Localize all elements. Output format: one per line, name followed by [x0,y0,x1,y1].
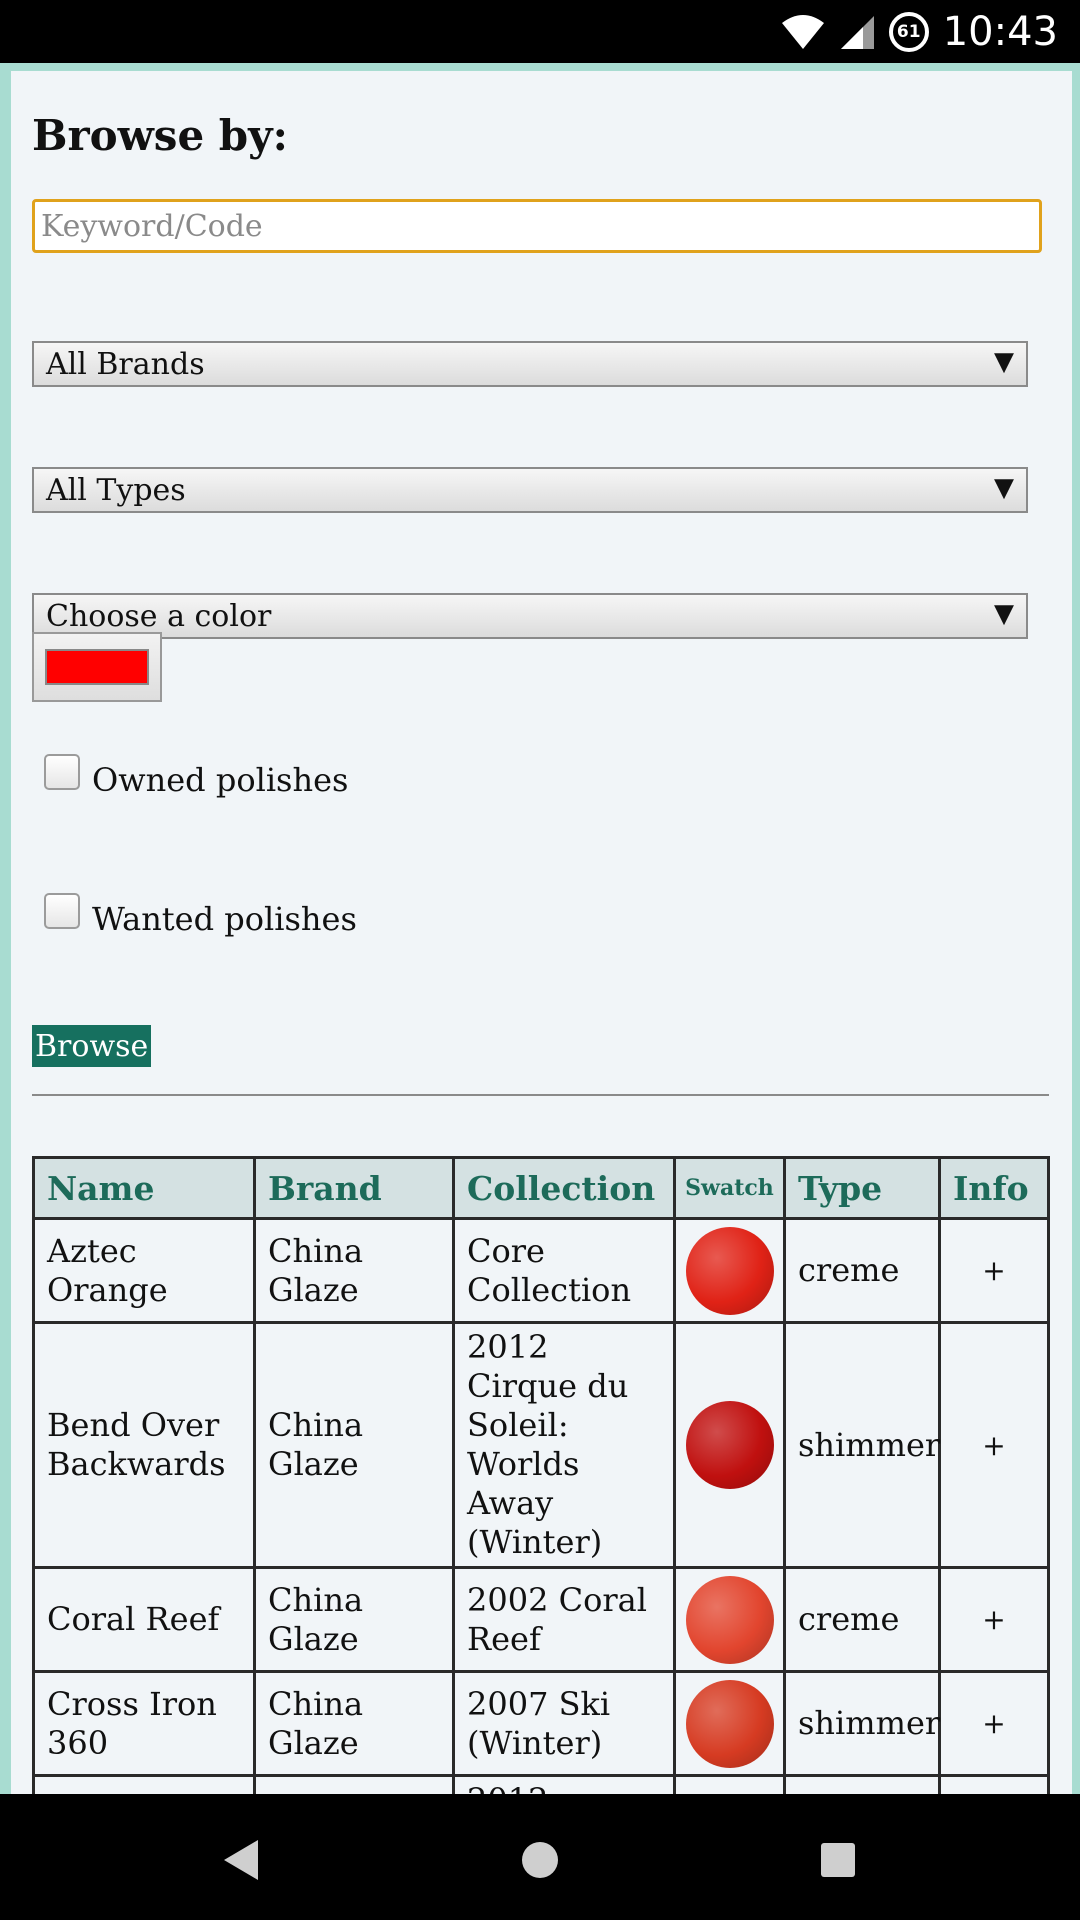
cell-type: creme [783,1566,941,1673]
header-name[interactable]: Name [32,1156,256,1220]
status-bar: 61 10:43 [0,0,1080,63]
cell-type [783,1774,941,1794]
cell-collection: 2007 Ski (Winter) [452,1670,676,1777]
swatch-image [685,1226,774,1315]
keyword-input[interactable] [32,199,1042,253]
cell-name: Cross Iron 360 [32,1670,256,1777]
info-button[interactable]: + [938,1670,1050,1777]
browse-card: Browse by: All Brands ▼ All Types ▼ Choo… [11,71,1072,1794]
brand-select[interactable]: All Brands ▼ [32,341,1028,387]
page-title: Browse by: [32,111,289,160]
color-select-value: Choose a color [46,598,272,634]
back-icon[interactable] [210,1830,270,1890]
cell-type: shimmer [783,1670,941,1777]
cell-swatch [673,1566,786,1673]
cell-collection: Core Collection [452,1217,676,1324]
swatch-image [685,1679,774,1768]
cell-brand [253,1774,455,1794]
header-brand[interactable]: Brand [253,1156,455,1220]
table-header-row: Name Brand Collection Swatch Type Info [32,1156,1050,1220]
cell-swatch [673,1774,786,1794]
table-row: Coral Reef China Glaze 2002 Coral Reef c… [32,1566,1050,1673]
info-button[interactable]: + [938,1566,1050,1673]
info-button[interactable]: + [938,1217,1050,1324]
cell-brand: China Glaze [253,1321,455,1569]
navigation-bar [0,1794,1080,1920]
info-button[interactable] [938,1774,1050,1794]
table-row: Aztec Orange China Glaze Core Collection… [32,1217,1050,1324]
info-button[interactable]: + [938,1321,1050,1569]
header-swatch[interactable]: Swatch [673,1156,786,1220]
cell-swatch [673,1321,786,1569]
cell-brand: China Glaze [253,1217,455,1324]
recents-icon[interactable] [808,1830,868,1890]
cell-name: Bend Over Backwards [32,1321,256,1569]
cell-name: Coral Reef [32,1566,256,1673]
owned-polishes-checkbox[interactable] [44,754,80,790]
cell-brand: China Glaze [253,1566,455,1673]
wanted-polishes-checkbox[interactable] [44,893,80,929]
cell-signal-icon [840,15,874,49]
cell-collection: 2012 [452,1774,676,1794]
owned-polishes-label: Owned polishes [92,761,349,799]
header-info[interactable]: Info [938,1156,1050,1220]
cell-collection: 2002 Coral Reef [452,1566,676,1673]
type-select-value: All Types [46,472,186,508]
header-type[interactable]: Type [783,1156,941,1220]
table-row: Bend Over Backwards China Glaze 2012 Cir… [32,1321,1050,1569]
brand-select-value: All Brands [46,346,205,382]
cell-type: shimmer [783,1321,941,1569]
cell-swatch [673,1217,786,1324]
battery-saver-icon: 61 [888,11,929,52]
battery-level: 61 [896,21,921,42]
swatch-image [685,1401,774,1489]
wanted-polishes-row: Wanted polishes [44,893,357,938]
selected-color-swatch [45,649,149,685]
dropdown-arrow-icon: ▼ [994,473,1014,503]
swatch-image [685,1575,774,1664]
cell-type: creme [783,1217,941,1324]
page: Browse by: All Brands ▼ All Types ▼ Choo… [0,63,1080,1794]
wanted-polishes-label: Wanted polishes [92,900,357,938]
divider [32,1094,1049,1096]
table-row: Cross Iron 360 China Glaze 2007 Ski (Win… [32,1670,1050,1777]
type-select[interactable]: All Types ▼ [32,467,1028,513]
owned-polishes-row: Owned polishes [44,754,349,799]
cell-swatch [673,1670,786,1777]
dropdown-arrow-icon: ▼ [994,347,1014,377]
color-picker-button[interactable] [32,632,162,702]
dropdown-arrow-icon: ▼ [994,599,1014,629]
table-row: 2012 [32,1774,1050,1794]
cell-collection: 2012 Cirque du Soleil: Worlds Away (Wint… [452,1321,676,1569]
results-table: Name Brand Collection Swatch Type Info A… [32,1156,1050,1794]
cell-name [32,1774,256,1794]
status-time: 10:43 [942,8,1058,55]
home-icon[interactable] [510,1830,570,1890]
browse-button[interactable]: Browse [32,1025,152,1067]
cell-brand: China Glaze [253,1670,455,1777]
cell-name: Aztec Orange [32,1217,256,1324]
wifi-icon [781,14,824,49]
header-collection[interactable]: Collection [452,1156,676,1220]
color-select[interactable]: Choose a color ▼ [32,593,1028,639]
